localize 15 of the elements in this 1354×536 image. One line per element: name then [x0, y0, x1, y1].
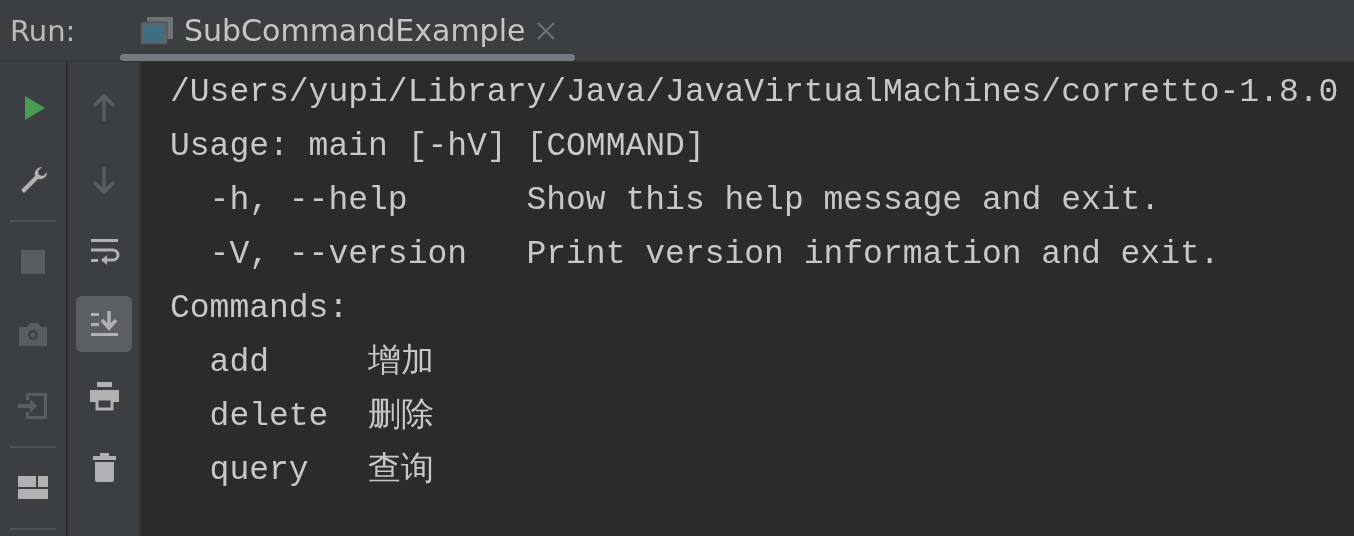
- scroll-to-end-button[interactable]: [75, 296, 132, 352]
- console-line: delete 删除: [208, 397, 436, 437]
- console-line: Usage: main [-hV] [COMMAND]: [169, 127, 706, 167]
- console-line: Commands:: [169, 289, 350, 329]
- console-line: query 查询: [208, 451, 436, 491]
- window-icon: [140, 15, 174, 46]
- console-line: add 增加: [208, 343, 436, 383]
- print-icon: [87, 380, 120, 412]
- console-line: -h, --help Show this help message and exit.: [208, 181, 1162, 221]
- panel-label: Run:: [9, 13, 77, 48]
- close-icon[interactable]: [535, 19, 558, 42]
- console-line: -V, --version Print version information and exit.: [208, 235, 1221, 275]
- login-icon: [17, 390, 49, 422]
- console-line: /Users/yupi/Library/Java/JavaVirtualMachines/corretto-1.8.0: [169, 73, 1340, 113]
- run-tab[interactable]: SubCommandExample: [120, 0, 576, 61]
